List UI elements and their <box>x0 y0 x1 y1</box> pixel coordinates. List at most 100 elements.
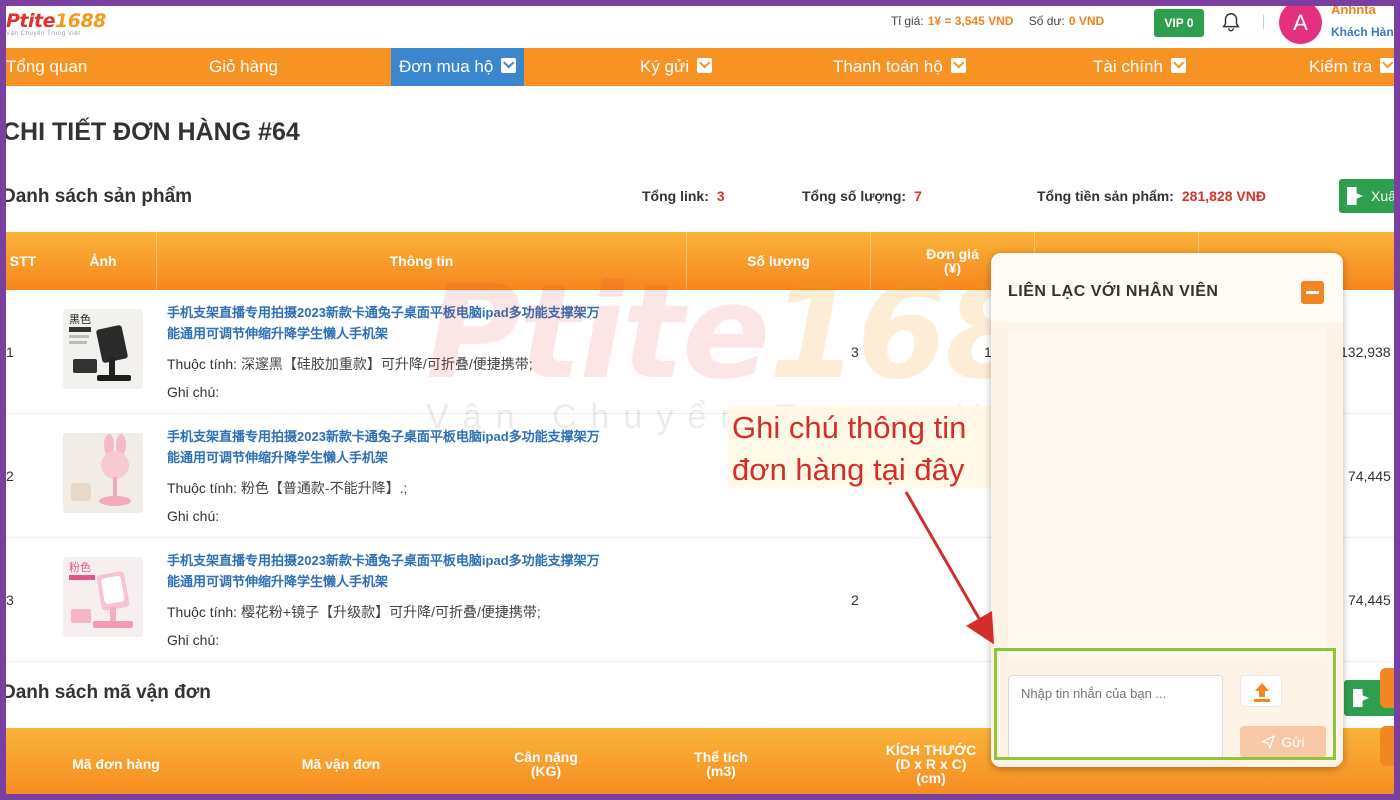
rate-value: 1¥ = 3,545 VND <box>927 14 1014 28</box>
total-links-value: 3 <box>716 188 725 204</box>
minimize-icon[interactable] <box>1301 281 1324 304</box>
dropdown-icon <box>697 58 713 73</box>
row-quantity: 3 <box>851 344 859 360</box>
product-note[interactable]: Ghi chú: <box>167 632 219 648</box>
contact-staff-panel: LIÊN LẠC VỚI NHÂN VIÊN Gửi <box>991 253 1343 767</box>
dropdown-icon <box>1170 58 1186 73</box>
app-frame: Ptite1688 Vận Chuyển Trung Việt Tỉ giá: 1… <box>6 6 1394 794</box>
bell-icon[interactable] <box>1220 10 1242 34</box>
chat-title: LIÊN LẠC VỚI NHÂN VIÊN <box>1008 283 1219 300</box>
col-size: KÍCH THƯỚC (D x R x C) (cm) <box>856 728 1006 794</box>
col-volume-line1: Thể tích <box>694 749 748 765</box>
main-nav: Tổng quan Giỏ hàng Đơn mua hộ Ký gửi Tha… <box>6 48 1394 86</box>
product-name-line2: 能通用可调节伸缩升降学生懒人手机架 <box>167 326 389 341</box>
row-total: 74,445 <box>1348 592 1391 608</box>
annotation-text: Ghi chú thông tin đơn hàng tại đây <box>732 407 966 491</box>
products-section-title: Danh sách sản phẩm <box>6 186 193 207</box>
tracking-section-title: Danh sách mã vận đơn <box>6 682 211 703</box>
col-order-code: Mã đơn hàng <box>72 756 160 772</box>
attr-value: 樱花粉+镜子【升级款】可升降/可折叠/便捷携带; <box>240 604 541 620</box>
logo-text: Ptite <box>6 10 56 32</box>
nav-item-payment[interactable]: Thanh toán hộ <box>833 48 966 86</box>
chat-messages[interactable] <box>1008 329 1326 657</box>
col-volume: Thể tích (m3) <box>656 728 786 794</box>
product-name-line1: 手机支架直播专用拍摄2023新款卡通兔子桌面平板电脑ipad多功能支撑架万 <box>167 305 600 320</box>
export-icon <box>1353 689 1369 707</box>
top-bar: Ptite1688 Vận Chuyển Trung Việt Tỉ giá: 1… <box>6 6 1394 48</box>
pink-mirror-stand-image: 粉色 <box>69 560 133 628</box>
send-label: Gửi <box>1281 734 1305 750</box>
export-label: Xuất <box>1371 188 1394 204</box>
row-quantity: 2 <box>851 592 859 608</box>
nav-item-cart[interactable]: Giỏ hàng <box>209 48 278 86</box>
nav-label: Thanh toán hộ <box>833 57 943 76</box>
nav-item-check[interactable]: Kiểm tra <box>1309 48 1394 86</box>
nav-item-overview[interactable]: Tổng quan <box>6 48 87 86</box>
balance-value: 0 VND <box>1068 14 1105 28</box>
nav-label: Tổng quan <box>6 57 88 76</box>
pink-stand-image <box>71 434 131 506</box>
product-attributes: Thuộc tính: 粉色【普通款-不能升降】.; <box>167 478 407 498</box>
product-name-link[interactable]: 手机支架直播专用拍摄2023新款卡通兔子桌面平板电脑ipad多功能支撑架万 能通用… <box>167 550 687 592</box>
user-name[interactable]: Anhnta <box>1331 6 1376 17</box>
product-name-line1: 手机支架直播专用拍摄2023新款卡通兔子桌面平板电脑ipad多功能支撑架万 <box>167 553 600 568</box>
total-quantity: Tổng số lượng: 7 <box>802 188 922 204</box>
col-price-cny-line1: Đơn giá <box>926 246 979 262</box>
product-name-link[interactable]: 手机支架直播专用拍摄2023新款卡通兔子桌面平板电脑ipad多功能支撑架万 能通用… <box>167 426 687 468</box>
floating-contact-button[interactable] <box>1380 668 1394 708</box>
chat-body <box>991 323 1343 663</box>
floating-chat-button[interactable] <box>1380 726 1394 766</box>
page-title: CHI TIẾT ĐƠN HÀNG #64 <box>6 118 300 146</box>
nav-label: Giỏ hàng <box>209 57 278 76</box>
row-stt: 2 <box>6 468 14 484</box>
nav-item-consignment[interactable]: Ký gửi <box>640 48 713 86</box>
user-role: Khách Hàng <box>1331 25 1394 39</box>
product-note[interactable]: Ghi chú: <box>167 508 219 524</box>
row-stt: 3 <box>6 592 14 608</box>
thumb-label: 黑色 <box>69 312 91 326</box>
upload-icon <box>1254 683 1270 702</box>
nav-item-finance[interactable]: Tài chính <box>1093 48 1186 86</box>
message-input[interactable] <box>1008 675 1223 759</box>
nav-label: Tài chính <box>1093 57 1163 76</box>
attr-value: 粉色【普通款-不能升降】.; <box>240 480 408 496</box>
col-tracking-code: Mã vận đơn <box>301 756 381 772</box>
total-links: Tổng link: 3 <box>642 188 725 204</box>
attr-label: Thuộc tính: <box>167 480 238 496</box>
dropdown-icon <box>1380 58 1394 73</box>
col-info: Thông tin <box>156 232 686 290</box>
vip-badge[interactable]: VIP 0 <box>1154 9 1204 37</box>
phone-stand-image: 黑色 <box>69 312 131 381</box>
total-qty-label: Tổng số lượng: <box>802 188 907 204</box>
product-image[interactable]: 黑色 <box>63 309 143 389</box>
product-name-link[interactable]: 手机支架直播专用拍摄2023新款卡通兔子桌面平板电脑ipad多功能支撑架万 能通用… <box>167 302 687 344</box>
col-size-line3: (cm) <box>916 770 946 786</box>
export-button[interactable]: Xuất <box>1339 179 1394 213</box>
logo-number: 1688 <box>55 10 106 32</box>
send-button[interactable]: Gửi <box>1240 726 1326 758</box>
nav-label: Ký gửi <box>640 57 690 76</box>
logo[interactable]: Ptite1688 Vận Chuyển Trung Việt <box>6 10 106 37</box>
total-qty-value: 7 <box>914 188 922 204</box>
nav-item-purchase-orders[interactable]: Đơn mua hộ <box>391 48 525 86</box>
header-divider <box>1263 15 1264 29</box>
col-weight: Cân nặng (KG) <box>476 728 616 794</box>
product-attributes: Thuộc tính: 深邃黑【硅胶加重款】可升降/可折叠/便捷携带; <box>167 354 533 374</box>
balance-label: Số dư: <box>1028 14 1065 28</box>
product-attributes: Thuộc tính: 樱花粉+镜子【升级款】可升降/可折叠/便捷携带; <box>167 602 541 622</box>
avatar[interactable]: A <box>1279 6 1322 44</box>
annotation-line2: đơn hàng tại đây <box>732 452 965 487</box>
dropdown-icon <box>501 58 517 73</box>
col-volume-line2: (m3) <box>706 763 736 779</box>
product-image[interactable] <box>63 433 143 513</box>
product-image[interactable]: 粉色 <box>63 557 143 637</box>
product-name-line2: 能通用可调节伸缩升降学生懒人手机架 <box>167 450 389 465</box>
total-amount-label: Tổng tiền sản phẩm: <box>1037 188 1174 204</box>
exchange-rate: Tỉ giá: 1¥ = 3,545 VND Số dư: 0 VND <box>891 14 1104 28</box>
product-note[interactable]: Ghi chú: <box>167 384 219 400</box>
attr-label: Thuộc tính: <box>167 604 238 620</box>
rate-label: Tỉ giá: <box>891 14 924 28</box>
chat-footer: Gửi <box>991 663 1343 767</box>
upload-button[interactable] <box>1240 675 1282 707</box>
total-amount-value: 281,828 VNĐ <box>1181 188 1266 204</box>
